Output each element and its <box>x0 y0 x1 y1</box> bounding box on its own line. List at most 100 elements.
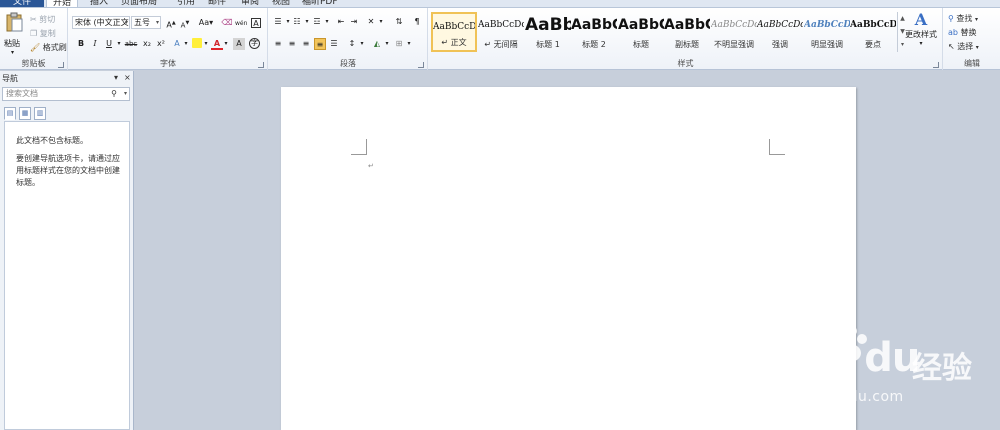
baidu-jingyan-watermark: Bai du 经验 jingyan.baidu.com <box>752 325 997 425</box>
style-sample: AaBbC <box>618 17 664 33</box>
select-button[interactable]: ↖ 选择 ▾ <box>948 40 979 53</box>
font-name-combo[interactable]: 宋体 (中文正文) ▾ <box>72 16 130 29</box>
enclose-char-button[interactable]: 字 <box>249 38 260 49</box>
shrink-font-button[interactable]: A▼ <box>179 17 191 30</box>
clipboard-launcher-icon[interactable] <box>58 62 64 68</box>
style-sample: AaBbC <box>571 17 617 33</box>
style-item-normal[interactable]: AaBbCcDd ↵ 正文 <box>431 12 477 52</box>
style-item-heading-2[interactable]: AaBbC 标题 2 <box>571 12 617 52</box>
multilevel-list-icon: ☲ <box>313 17 321 26</box>
scissors-icon: ✂ <box>30 15 37 24</box>
font-launcher-icon[interactable] <box>258 62 264 68</box>
tab-review[interactable]: 审阅 <box>241 0 259 7</box>
style-item-subtle-emphasis[interactable]: AaBbCcDd 不明显强调 <box>711 12 757 52</box>
styles-launcher-icon[interactable] <box>933 62 939 68</box>
tab-insert[interactable]: 插入 <box>90 0 108 7</box>
crop-mark-top-right <box>769 139 785 155</box>
font-size-combo[interactable]: 五号 ▾ <box>131 16 161 29</box>
borders-icon: ⊞ <box>395 39 403 48</box>
subscript-button[interactable]: x₂ <box>141 38 153 50</box>
font-color-dropdown-icon[interactable]: ▾ <box>220 38 232 50</box>
superscript-button[interactable]: x² <box>155 38 167 50</box>
tab-pages[interactable]: ▦ <box>19 107 31 120</box>
char-shading-button[interactable]: A <box>233 38 245 50</box>
bold-button[interactable]: B <box>75 38 87 50</box>
clipboard-group-label: 剪贴板 <box>21 59 46 68</box>
copy-button[interactable]: ❐ 复制 <box>30 27 56 40</box>
chevron-down-icon: ▾ <box>974 16 978 23</box>
tab-foxit-pdf[interactable]: 福昕PDF <box>302 0 338 7</box>
align-center-button[interactable]: ≡ <box>286 38 298 50</box>
style-item-no-spacing[interactable]: AaBbCcDd ↵ 无间隔 <box>478 12 524 52</box>
paragraph-launcher-icon[interactable] <box>418 62 424 68</box>
justify-icon: ≡ <box>316 40 324 49</box>
tab-headings[interactable]: ▤ <box>4 107 16 120</box>
chevron-down-icon: ▾ <box>919 40 923 47</box>
borders-dropdown-icon[interactable]: ▾ <box>403 38 415 50</box>
style-sample: AaBbCcDd <box>757 20 803 30</box>
strikethrough-button[interactable]: abc <box>123 38 139 50</box>
style-name: 不明显强调 <box>714 40 754 49</box>
tab-file[interactable]: 文件 <box>0 0 44 7</box>
sort-button[interactable]: ⇅ <box>393 16 405 28</box>
style-item-heading-1[interactable]: AaBb 标题 1 <box>525 12 571 52</box>
style-name: 标题 <box>633 40 649 49</box>
show-marks-button[interactable]: ¶ <box>411 16 423 28</box>
change-styles-button[interactable]: A 更改样式 ▾ <box>901 10 941 56</box>
multilevel-dropdown-icon[interactable]: ▾ <box>321 16 333 28</box>
paste-dropdown-icon[interactable]: ▾ <box>11 49 14 56</box>
italic-button[interactable]: I <box>89 38 101 50</box>
tab-home[interactable]: 开始 <box>46 0 79 7</box>
format-painter-button[interactable]: 🖌 格式刷 <box>30 41 67 54</box>
format-painter-label: 格式刷 <box>42 43 67 52</box>
line-spacing-icon: ↕ <box>348 39 356 48</box>
align-right-button[interactable]: ≡ <box>300 38 312 50</box>
font-name-value: 宋体 (中文正文) <box>75 18 130 27</box>
char-border-button[interactable]: A <box>251 18 261 28</box>
justify-button[interactable]: ≡ <box>314 38 326 50</box>
search-icon[interactable]: ⚲ <box>111 88 117 100</box>
phonetic-guide-button[interactable]: wén <box>235 17 247 29</box>
line-spacing-dropdown-icon[interactable]: ▾ <box>356 38 368 50</box>
watermark-jingyan: 经验 <box>912 351 972 386</box>
gallery-up-icon[interactable]: ▲ <box>898 12 907 25</box>
increase-indent-button[interactable]: ⇥ <box>348 16 360 28</box>
style-item-emphasis[interactable]: AaBbCcDd 强调 <box>757 12 803 52</box>
change-case-icon: Aa <box>198 18 210 27</box>
copy-icon: ❐ <box>30 29 38 38</box>
align-left-button[interactable]: ≡ <box>272 38 284 50</box>
align-left-icon: ≡ <box>274 39 282 48</box>
chevron-down-icon[interactable]: ▾ <box>124 88 127 100</box>
close-icon[interactable]: × <box>124 73 131 82</box>
decrease-indent-button[interactable]: ⇤ <box>335 16 347 28</box>
style-sample: AaBbCcDd <box>478 20 524 30</box>
paste-button[interactable]: 粘贴 ▾ <box>4 12 26 56</box>
nav-search-input[interactable]: 搜索文档 ⚲ ▾ <box>2 87 130 101</box>
clear-format-button[interactable]: ⌫ <box>221 17 233 29</box>
style-item-title[interactable]: AaBbC 标题 <box>618 12 664 52</box>
cut-button[interactable]: ✂ 剪切 <box>30 13 55 26</box>
shading-dropdown-icon[interactable]: ▾ <box>381 38 393 50</box>
chevron-down-icon: ▾ <box>124 19 128 26</box>
asian-layout-dropdown-icon[interactable]: ▾ <box>375 16 387 28</box>
style-item-subtitle[interactable]: AaBbC 副标题 <box>664 12 710 52</box>
tab-page-layout[interactable]: 页面布局 <box>121 0 157 7</box>
nav-pane-menu-icon[interactable]: ▾ <box>114 73 118 82</box>
tab-references[interactable]: 引用 <box>177 0 195 7</box>
replace-button[interactable]: ab 替换 <box>948 26 977 39</box>
gallery-more-icon[interactable]: ▾ <box>898 38 907 51</box>
style-item-strong[interactable]: AaBbCcDc 要点 <box>850 12 896 52</box>
change-case-button[interactable]: Aa▾ <box>197 17 215 29</box>
tab-mailings[interactable]: 邮件 <box>208 0 226 7</box>
ribbon: 粘贴 ▾ ✂ 剪切 ❐ 复制 🖌 格式刷 剪贴板 宋体 (中文正文) ▾ 五号 … <box>0 8 1000 70</box>
group-clipboard: 粘贴 ▾ ✂ 剪切 ❐ 复制 🖌 格式刷 剪贴板 <box>0 8 68 70</box>
asian-layout-icon: ✕ <box>367 17 375 26</box>
find-button[interactable]: ⚲ 查找 ▾ <box>948 12 978 25</box>
tab-view[interactable]: 视图 <box>272 0 290 7</box>
style-item-intense-emphasis[interactable]: AaBbCcDc 明显强调 <box>804 12 850 52</box>
gallery-down-icon[interactable]: ▼ <box>898 25 907 38</box>
style-name: 标题 2 <box>582 40 606 49</box>
tab-results[interactable]: ▥ <box>34 107 46 120</box>
distributed-button[interactable]: ☰ <box>328 38 340 50</box>
grow-font-button[interactable]: A▲ <box>165 17 177 30</box>
